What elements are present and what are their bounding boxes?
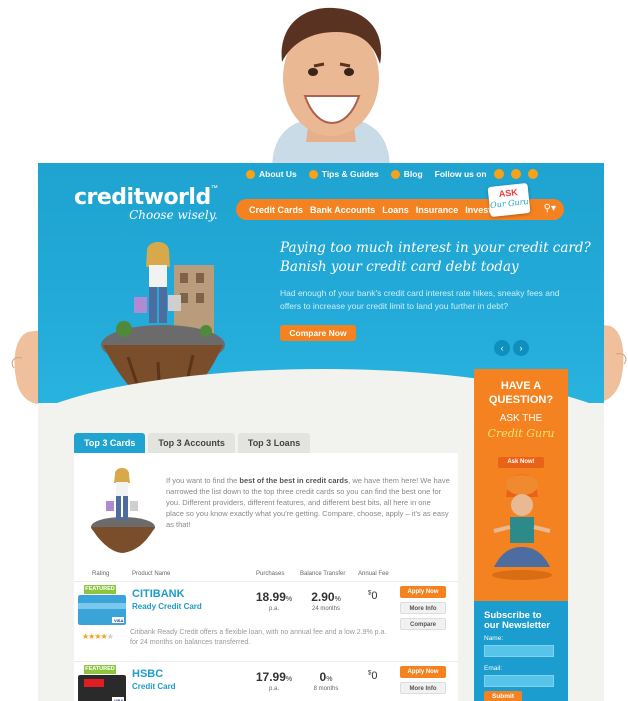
creditworld-logo[interactable]: creditworld™ Choose wisely. (74, 185, 218, 222)
newsletter-title: Subscribe to our Newsletter (484, 610, 550, 631)
compare-now-button[interactable]: Compare Now (280, 325, 356, 341)
intro-text: If you want to find the best of the best… (166, 476, 450, 529)
chat-icon (390, 169, 400, 179)
svg-text:VISA: VISA (114, 618, 123, 623)
email-field[interactable] (484, 675, 554, 687)
person-icon (246, 169, 255, 179)
apply-now-button[interactable]: Apply Now (400, 586, 446, 598)
nav-insurance[interactable]: Insurance (416, 205, 459, 215)
col-balance: Balance Transfer (300, 571, 346, 577)
product-name[interactable]: Credit Card (132, 682, 176, 691)
carousel-next-icon[interactable]: › (513, 340, 529, 356)
bulb-icon (308, 169, 318, 179)
card-description: Citibank Ready Credit offers a flexible … (130, 629, 387, 646)
table-row-hsbc: FEATURED VISA HSBC Credit Card 17.99% p.… (74, 661, 458, 701)
submit-button[interactable]: Submit (484, 691, 522, 701)
email-label: Email: (484, 665, 503, 672)
annual-fee: $0 (368, 590, 378, 602)
girl-on-island-small (91, 468, 155, 553)
purchase-rate: 17.99% p.a. (255, 670, 293, 692)
twitter-icon[interactable] (493, 169, 504, 179)
nav-invest[interactable]: Invest (465, 205, 491, 215)
product-name[interactable]: Ready Credit Card (132, 602, 202, 611)
apply-now-button[interactable]: Apply Now (400, 666, 446, 678)
carousel-arrows: ‹ › (494, 340, 529, 356)
col-annual-fee: Annual Fee (358, 571, 389, 577)
tab-top3-accounts[interactable]: Top 3 Accounts (148, 433, 235, 453)
newsletter-box: Subscribe to our Newsletter Name: Email:… (474, 601, 568, 701)
have-a-question: HAVE A QUESTION? (488, 380, 554, 406)
balance-transfer-rate: 2.90% 24 months (311, 590, 341, 612)
annual-fee: $0 (368, 670, 378, 682)
blog-link[interactable]: Blog (390, 169, 423, 179)
ask-our-guru-badge[interactable]: ASK Our Guru (487, 182, 531, 218)
bank-name[interactable]: CITIBANK (132, 588, 185, 600)
nav-credit-cards[interactable]: Credit Cards (249, 205, 303, 215)
tab-top3-cards[interactable]: Top 3 Cards (74, 433, 146, 453)
nav-loans[interactable]: Loans (382, 205, 409, 215)
name-label: Name: (484, 635, 504, 642)
col-product: Product Name (132, 571, 171, 577)
sidebar: HAVE A QUESTION? ASK THE Credit Guru Ask… (474, 369, 568, 701)
top3-tabs: Top 3 Cards Top 3 Accounts Top 3 Loans (74, 433, 311, 453)
credit-guru-label: Credit Guru (487, 427, 555, 440)
star-rating: ★★★★★ (82, 632, 114, 641)
top-nav: About Us Tips & Guides Blog Follow us on (246, 169, 538, 179)
hsbc-card-image: VISA (78, 675, 126, 701)
more-info-button[interactable]: More Info (400, 682, 446, 694)
tab-top3-loans[interactable]: Top 3 Loans (237, 433, 311, 453)
website-board: About Us Tips & Guides Blog Follow us on… (38, 163, 604, 701)
carousel-prev-icon[interactable]: ‹ (494, 340, 510, 356)
ask-guru-box: HAVE A QUESTION? ASK THE Credit Guru Ask… (474, 369, 568, 601)
compare-button[interactable]: Compare (400, 618, 446, 630)
bank-name[interactable]: HSBC (132, 668, 163, 680)
ask-the-label: ASK THE (499, 413, 543, 424)
purchase-rate: 18.99% p.a. (255, 590, 293, 612)
nav-bank-accounts[interactable]: Bank Accounts (310, 205, 375, 215)
citibank-card-image: VISA (78, 595, 126, 625)
col-rating: Rating (92, 571, 110, 577)
hero-lead: Had enough of your bank's credit card in… (280, 288, 560, 311)
col-purchases: Purchases (256, 571, 285, 577)
featured-badge: FEATURED (84, 665, 116, 674)
googleplus-icon[interactable] (527, 169, 538, 179)
facebook-icon[interactable] (510, 169, 521, 179)
tips-link[interactable]: Tips & Guides (308, 169, 379, 179)
ask-now-button[interactable]: Ask Now! (498, 457, 544, 468)
guru-illustration (492, 474, 552, 580)
name-field[interactable] (484, 645, 554, 657)
balance-transfer-rate: 0% 8 months (313, 670, 339, 692)
more-info-button[interactable]: More Info (400, 602, 446, 614)
man-photo (272, 7, 390, 170)
hero-banner: About Us Tips & Guides Blog Follow us on… (38, 163, 604, 409)
search-icon[interactable]: ⚲▾ (544, 203, 556, 214)
featured-badge: FEATURED (84, 585, 116, 594)
follow-us: Follow us on (435, 169, 538, 179)
hero-headline: Paying too much interest in your credit … (280, 240, 591, 275)
top3-cards-panel: If you want to find the best of the best… (74, 453, 458, 701)
table-row-citibank: FEATURED VISA CITIBANK Ready Credit Card… (74, 581, 458, 661)
about-link[interactable]: About Us (246, 169, 297, 179)
